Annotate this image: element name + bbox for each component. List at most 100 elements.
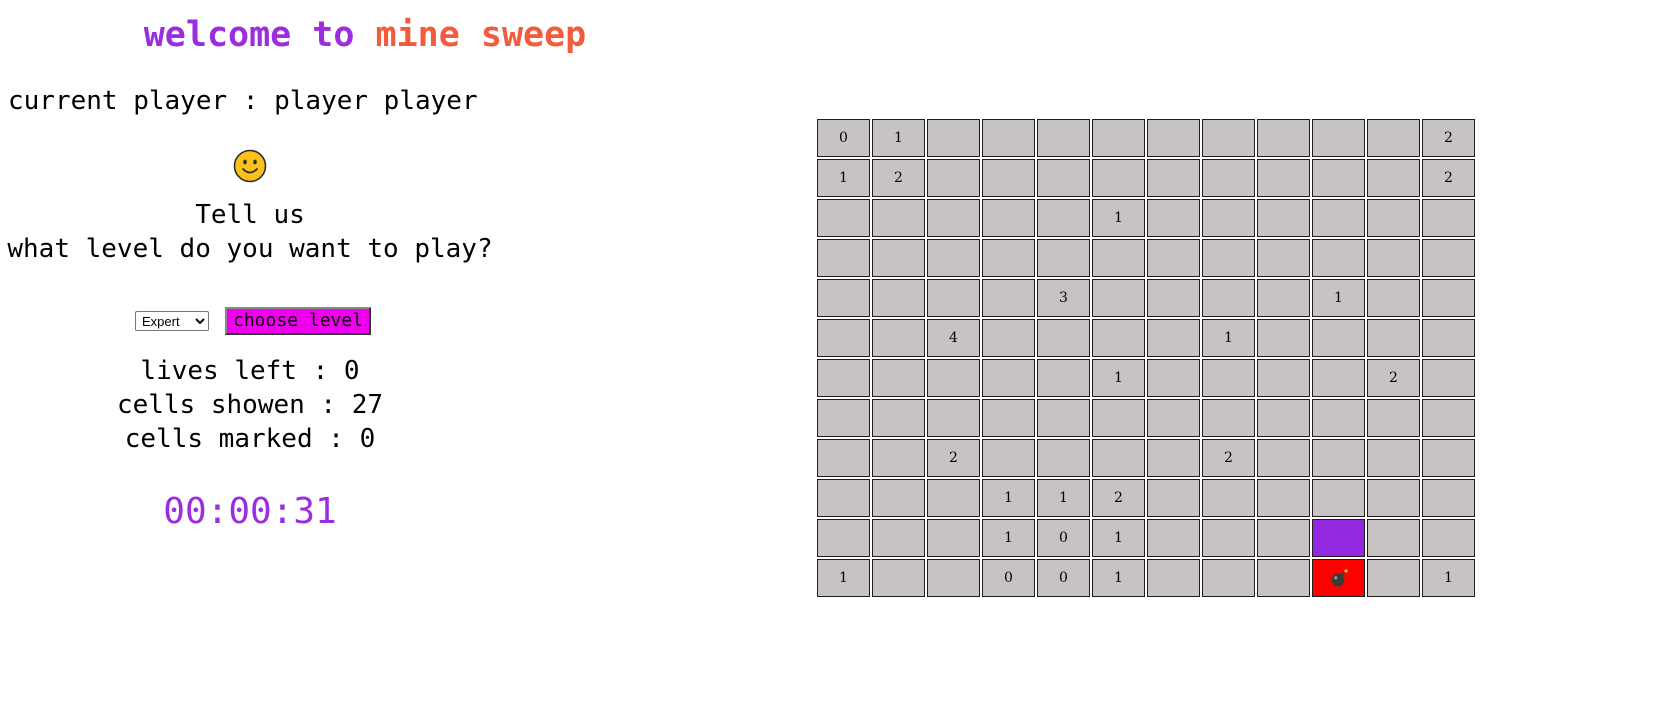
board-cell[interactable] [1257, 159, 1310, 197]
choose-level-button[interactable]: choose level [225, 307, 372, 335]
board-cell[interactable] [1367, 199, 1420, 237]
board-cell[interactable]: 2 [1092, 479, 1145, 517]
board-cell[interactable] [982, 439, 1035, 477]
board-cell[interactable] [817, 479, 870, 517]
board-cell[interactable] [817, 399, 870, 437]
board-cell[interactable]: 1 [1202, 319, 1255, 357]
board-cell[interactable] [872, 399, 925, 437]
board-cell[interactable] [927, 159, 980, 197]
board-cell[interactable] [872, 239, 925, 277]
board-cell[interactable] [1312, 439, 1365, 477]
board-cell[interactable] [1367, 439, 1420, 477]
board-cell-exploded[interactable] [1312, 559, 1365, 597]
board-cell[interactable] [1037, 159, 1090, 197]
board-cell[interactable] [1147, 359, 1200, 397]
board-cell[interactable]: 1 [872, 119, 925, 157]
board-cell[interactable] [1367, 239, 1420, 277]
board-cell[interactable] [817, 319, 870, 357]
board-cell[interactable]: 1 [1092, 559, 1145, 597]
board-cell[interactable] [872, 439, 925, 477]
board-cell[interactable] [872, 479, 925, 517]
board-cell[interactable] [1147, 399, 1200, 437]
smiley-face-icon[interactable] [233, 149, 267, 183]
board-cell[interactable] [1367, 119, 1420, 157]
board-cell[interactable] [817, 359, 870, 397]
board-cell[interactable] [1257, 439, 1310, 477]
board-cell[interactable]: 0 [1037, 519, 1090, 557]
board-cell[interactable] [1202, 559, 1255, 597]
board-cell[interactable] [927, 559, 980, 597]
board-cell[interactable] [1367, 159, 1420, 197]
board-cell[interactable] [1202, 399, 1255, 437]
board-cell[interactable] [1037, 119, 1090, 157]
board-cell[interactable] [1367, 319, 1420, 357]
board-cell[interactable] [982, 239, 1035, 277]
board-cell[interactable] [1147, 279, 1200, 317]
board-cell[interactable] [982, 119, 1035, 157]
board-cell[interactable] [1367, 559, 1420, 597]
board-cell[interactable]: 2 [1422, 159, 1475, 197]
board-cell[interactable] [1257, 199, 1310, 237]
board-cell[interactable] [1257, 479, 1310, 517]
board-cell[interactable] [817, 239, 870, 277]
board-cell[interactable] [872, 519, 925, 557]
board-cell[interactable] [982, 399, 1035, 437]
board-cell[interactable] [1092, 159, 1145, 197]
board-cell[interactable]: 2 [1367, 359, 1420, 397]
board-cell[interactable] [982, 199, 1035, 237]
board-cell[interactable] [1367, 399, 1420, 437]
board-cell[interactable] [927, 119, 980, 157]
board-cell[interactable] [1202, 479, 1255, 517]
board-cell[interactable]: 1 [982, 479, 1035, 517]
board-cell[interactable]: 1 [1092, 519, 1145, 557]
board-cell[interactable] [1037, 239, 1090, 277]
board-cell[interactable] [872, 199, 925, 237]
board-cell[interactable]: 0 [1037, 559, 1090, 597]
board-cell[interactable] [1147, 239, 1200, 277]
board-cell[interactable] [1422, 479, 1475, 517]
board-cell[interactable]: 1 [1312, 279, 1365, 317]
board-cell[interactable] [872, 359, 925, 397]
board-cell[interactable] [1312, 479, 1365, 517]
board-cell[interactable] [1422, 319, 1475, 357]
board-cell[interactable] [1037, 319, 1090, 357]
board-cell[interactable] [1422, 279, 1475, 317]
board-cell[interactable] [1092, 439, 1145, 477]
board-cell[interactable] [1202, 279, 1255, 317]
board-cell[interactable] [1202, 119, 1255, 157]
board-cell[interactable] [982, 279, 1035, 317]
board-cell[interactable] [982, 159, 1035, 197]
board-cell[interactable]: 1 [1037, 479, 1090, 517]
board-cell[interactable] [1257, 239, 1310, 277]
board-cell[interactable] [1257, 519, 1310, 557]
board-cell[interactable] [1092, 399, 1145, 437]
board-cell[interactable] [1422, 359, 1475, 397]
board-cell[interactable] [1367, 519, 1420, 557]
board-cell[interactable] [1312, 359, 1365, 397]
board-cell[interactable] [927, 359, 980, 397]
board-cell[interactable] [1202, 519, 1255, 557]
board-cell[interactable] [927, 199, 980, 237]
board-cell[interactable]: 0 [982, 559, 1035, 597]
board-cell[interactable] [1367, 479, 1420, 517]
board-cell[interactable] [1147, 119, 1200, 157]
board-cell[interactable] [1037, 199, 1090, 237]
board-cell[interactable] [1422, 199, 1475, 237]
board-cell[interactable] [1147, 479, 1200, 517]
board-cell[interactable] [1092, 279, 1145, 317]
board-cell[interactable] [1312, 319, 1365, 357]
board-cell[interactable] [1202, 199, 1255, 237]
board-cell[interactable] [1312, 159, 1365, 197]
board-cell[interactable] [1037, 359, 1090, 397]
board-cell[interactable]: 2 [1202, 439, 1255, 477]
board-cell[interactable] [927, 239, 980, 277]
board-cell[interactable] [817, 519, 870, 557]
board-cell[interactable] [1312, 119, 1365, 157]
board-cell[interactable]: 1 [1092, 199, 1145, 237]
board-cell[interactable] [817, 439, 870, 477]
board-cell[interactable] [1147, 519, 1200, 557]
board-cell[interactable] [1312, 239, 1365, 277]
board-cell[interactable] [817, 199, 870, 237]
board-cell[interactable] [1202, 239, 1255, 277]
board-cell[interactable] [1257, 359, 1310, 397]
